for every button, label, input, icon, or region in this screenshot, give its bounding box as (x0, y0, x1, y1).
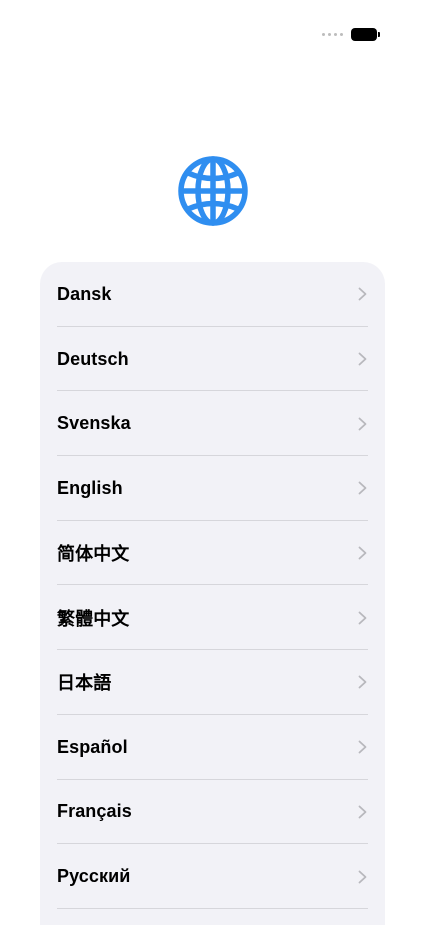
language-label: Español (57, 736, 128, 757)
language-option-simplified-chinese[interactable]: 简体中文 (40, 521, 385, 586)
language-label: 简体中文 (57, 544, 130, 565)
language-option-japanese[interactable]: 日本語 (40, 650, 385, 715)
language-option-deutsch[interactable]: Deutsch (40, 327, 385, 392)
language-label: 日本語 (57, 673, 112, 694)
chevron-right-icon (358, 740, 367, 754)
language-option-russian[interactable]: Русский (40, 844, 385, 909)
language-label: Русский (57, 866, 131, 887)
language-label: English (57, 477, 123, 498)
language-option-francais[interactable]: Français (40, 780, 385, 845)
language-selection-screen: Dansk Deutsch Svenska English 简体中文 繁體中文 … (0, 0, 425, 925)
status-bar (322, 24, 380, 44)
language-label: Svenska (57, 413, 131, 434)
chevron-right-icon (358, 805, 367, 819)
chevron-right-icon (358, 352, 367, 366)
chevron-right-icon (358, 546, 367, 560)
globe-icon (178, 156, 248, 226)
signal-dots-icon (322, 32, 343, 36)
chevron-right-icon (358, 287, 367, 301)
language-label: Deutsch (57, 348, 129, 369)
chevron-right-icon (358, 482, 367, 495)
language-label: 繁體中文 (57, 608, 130, 629)
language-option-english[interactable]: English (40, 456, 385, 521)
chevron-right-icon (358, 611, 367, 625)
language-option-svenska[interactable]: Svenska (40, 391, 385, 456)
language-list: Dansk Deutsch Svenska English 简体中文 繁體中文 … (40, 262, 385, 925)
battery-icon (351, 27, 380, 41)
language-option-traditional-chinese[interactable]: 繁體中文 (40, 585, 385, 650)
language-label: Dansk (57, 283, 112, 304)
language-option-dansk[interactable]: Dansk (40, 262, 385, 327)
language-label: Français (57, 801, 132, 822)
chevron-right-icon (358, 676, 367, 689)
language-option-espanol[interactable]: Español (40, 715, 385, 780)
chevron-right-icon (358, 417, 367, 431)
chevron-right-icon (358, 870, 367, 883)
